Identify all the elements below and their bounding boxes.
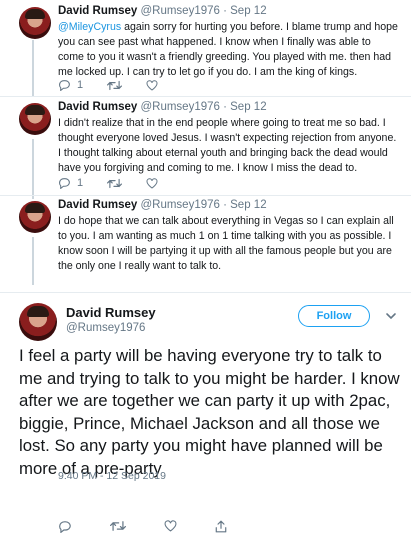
mention-link[interactable]: @MileyCyrus [58, 21, 121, 33]
tweet-text: @MileyCyrus again sorry for hurting you … [58, 20, 398, 80]
main-timestamp[interactable]: 9:40 PM - 12 Sep 2019 [58, 470, 166, 482]
author-name[interactable]: David Rumsey [58, 101, 137, 113]
tweet-divider [0, 195, 411, 196]
retweet-icon [107, 80, 123, 90]
tweet[interactable]: David Rumsey @Rumsey1976 · Sep 12 @Miley… [0, 5, 411, 95]
tweet-header: David Rumsey @Rumsey1976 · Sep 12 [58, 101, 267, 113]
main-avatar[interactable] [19, 303, 57, 341]
tweet-date[interactable]: Sep 12 [230, 5, 266, 17]
reply-icon [59, 80, 70, 91]
tweet[interactable]: David Rumsey @Rumsey1976 · Sep 12 I didn… [0, 101, 411, 193]
retweet-button[interactable] [107, 80, 123, 91]
heart-icon [164, 520, 177, 532]
author-name[interactable]: David Rumsey [58, 199, 137, 211]
main-tweet-text: I feel a party will be having everyone t… [19, 346, 400, 478]
tweet-date[interactable]: Sep 12 [230, 101, 266, 113]
separator-dot: · [219, 101, 231, 113]
separator-dot: · [219, 199, 231, 211]
tweet-text: I didn't realize that in the end people … [58, 117, 397, 174]
reply-count: 1 [77, 79, 84, 91]
chevron-down-icon[interactable] [385, 310, 397, 322]
main-author-name[interactable]: David Rumsey [66, 305, 156, 320]
reply-icon [59, 178, 70, 189]
retweet-icon [110, 521, 126, 531]
author-handle[interactable]: @Rumsey1976 [140, 199, 219, 211]
tweet[interactable]: David Rumsey @Rumsey1976 · Sep 12 I do h… [0, 199, 411, 289]
tweet-header: David Rumsey @Rumsey1976 · Sep 12 [58, 199, 267, 211]
tweet-date[interactable]: Sep 12 [230, 199, 266, 211]
reply-icon [59, 520, 71, 533]
main-tweet-actions [58, 518, 265, 534]
reply-button[interactable] [58, 520, 72, 533]
author-handle[interactable]: @Rumsey1976 [140, 5, 219, 17]
reply-count: 1 [77, 177, 84, 189]
tweet-text: I do hope that we can talk about everyth… [58, 215, 394, 272]
author-handle[interactable]: @Rumsey1976 [140, 101, 219, 113]
share-button[interactable] [215, 520, 227, 533]
tweet-actions: 1 [58, 176, 182, 190]
heart-icon [146, 79, 158, 91]
avatar[interactable] [19, 201, 51, 233]
tweet-divider [0, 292, 411, 293]
author-name[interactable]: David Rumsey [58, 5, 137, 17]
tweet-actions: 1 [58, 78, 182, 92]
heart-icon [146, 177, 158, 189]
follow-button[interactable]: Follow [298, 305, 370, 327]
avatar[interactable] [19, 103, 51, 135]
retweet-button[interactable] [107, 178, 123, 189]
like-button[interactable] [164, 520, 177, 532]
retweet-icon [107, 178, 123, 188]
tweet-header: David Rumsey @Rumsey1976 · Sep 12 [58, 5, 267, 17]
tweet-divider [0, 96, 411, 97]
like-button[interactable] [146, 177, 158, 189]
separator-dot: · [219, 5, 231, 17]
like-button[interactable] [146, 79, 158, 91]
main-author-handle[interactable]: @Rumsey1976 [66, 322, 145, 334]
reply-button[interactable]: 1 [58, 79, 83, 91]
reply-button[interactable]: 1 [58, 177, 83, 189]
share-icon [215, 520, 227, 532]
retweet-button[interactable] [110, 520, 126, 532]
avatar[interactable] [19, 7, 51, 39]
